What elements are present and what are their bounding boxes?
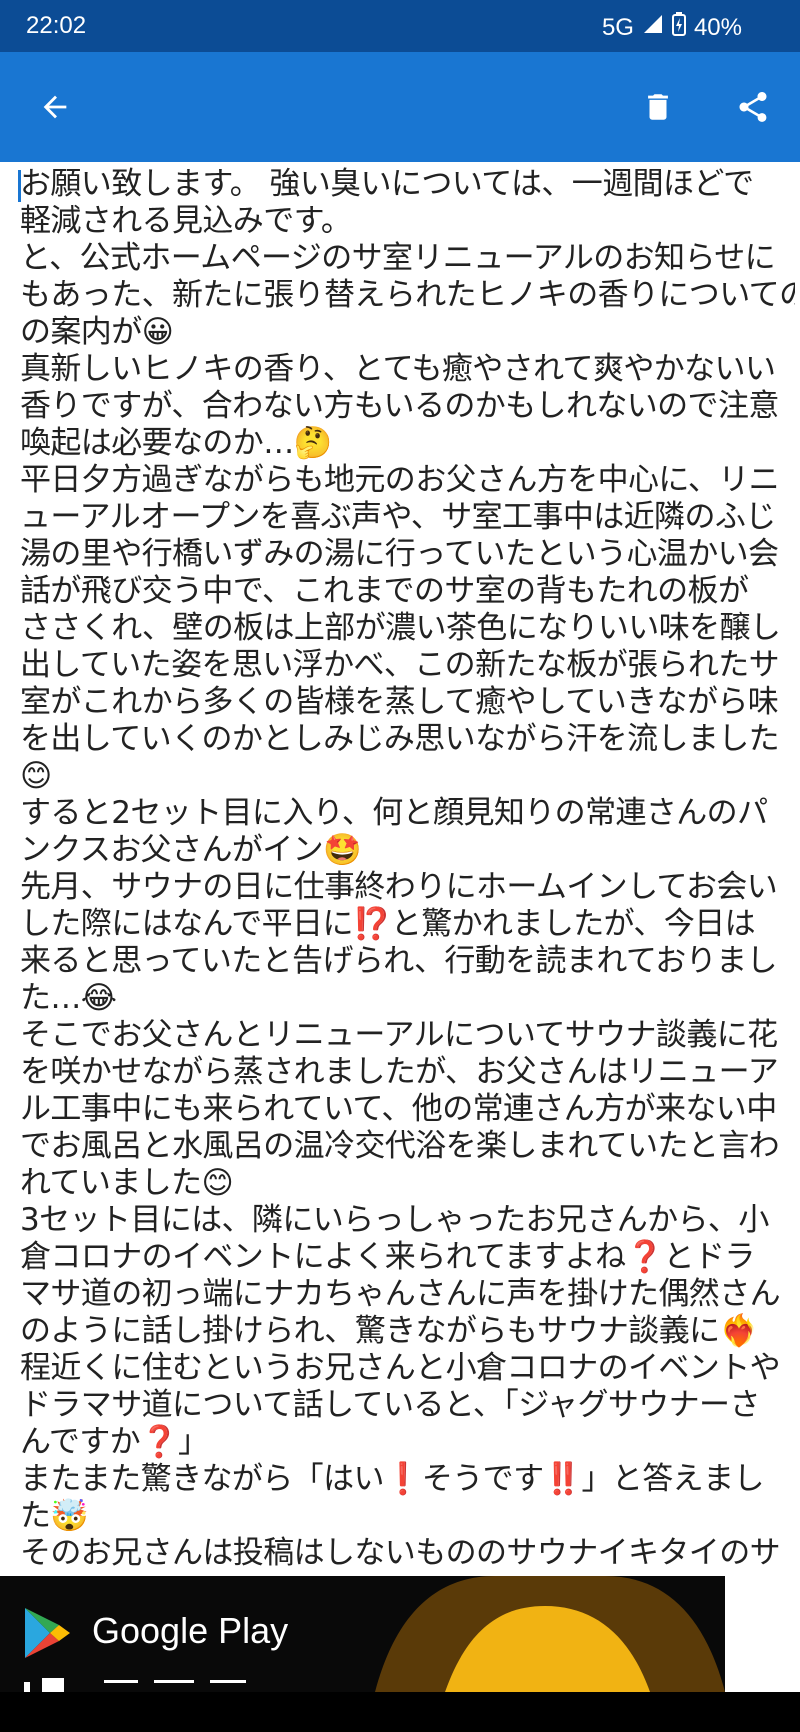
text-line: 程近くに住むというお兄さんと小倉コロナのイベントや bbox=[20, 1350, 781, 1386]
delete-button[interactable] bbox=[628, 77, 688, 137]
text-line: お願い致します。 強い臭いについては、一週間ほどで bbox=[20, 166, 754, 202]
ad-banner[interactable]: Google Play bbox=[0, 1576, 725, 1692]
trash-icon bbox=[648, 94, 668, 120]
text-line: 喚起は必要なのか…🤔 bbox=[20, 425, 332, 461]
text-line: ドラマサ道について話していると、「ジャグサウナーさ bbox=[20, 1387, 760, 1423]
text-line: のように話し掛けられ、驚きながらもサウナ談義に❤️‍🔥 bbox=[20, 1313, 758, 1349]
text-line: と、公式ホームページのサ室リニューアルのお知らせに bbox=[20, 240, 776, 276]
arrow-left-icon bbox=[43, 95, 67, 119]
text-line: ューアルオープンを喜ぶ声や、サ室工事中は近隣のふじ bbox=[20, 499, 776, 535]
text-line: ささくれ、壁の板は上部が濃い茶色になりいい味を醸し bbox=[20, 610, 781, 646]
google-play-icon bbox=[25, 1608, 70, 1658]
text-line: 来ると思っていたと告げられ、行動を読まれておりまし bbox=[20, 943, 778, 979]
text-line: した際にはなんで平日に⁉️と驚かれましたが、今日は bbox=[20, 906, 756, 942]
text-line: んですか❓」 bbox=[20, 1424, 209, 1460]
text-line: またまた驚きながら「はい❗そうです‼️」と答えまし bbox=[20, 1461, 764, 1497]
battery-icon bbox=[671, 12, 686, 43]
text-line: ンクスお父さんがイン🤩 bbox=[20, 832, 362, 868]
share-button[interactable] bbox=[723, 77, 783, 137]
signal-icon bbox=[642, 13, 664, 42]
text-line: た…😂 bbox=[20, 980, 117, 1016]
text-line: 話が飛び交う中で、これまでのサ室の背もたれの板が bbox=[20, 573, 749, 609]
ad-brand-label: Google Play bbox=[92, 1610, 289, 1651]
battery-level: 40% bbox=[693, 13, 742, 41]
text-line: 真新しいヒノキの香り、とても癒やされて爽やかないい bbox=[20, 351, 776, 387]
text-line: 湯の里や行橋いずみの湯に行っていたという心温かい会 bbox=[20, 536, 779, 572]
text-line: 出していた姿を思い浮かべ、この新たな板が張られたサ bbox=[20, 647, 780, 683]
status-bar: 22:02 5G 40% bbox=[0, 0, 800, 52]
text-line: マサ道の初っ端にナカちゃんさんに声を掛けた偶然さん bbox=[20, 1276, 781, 1312]
text-line: 😊 bbox=[20, 758, 52, 794]
status-time: 22:02 bbox=[26, 12, 87, 39]
post-text-area[interactable]: お願い致します。 強い臭いについては、一週間ほどで 軽減される見込みです。 と、公式… bbox=[20, 166, 795, 1576]
system-navigation-bar bbox=[0, 1692, 800, 1732]
ad-cut-off-text bbox=[24, 1678, 246, 1692]
text-line: た🤯 bbox=[20, 1498, 89, 1534]
text-line: 倉コロナのイベントによく来られてますよね❓とドラ bbox=[20, 1239, 755, 1275]
text-line: ル工事中にも来られていて、他の常連さん方が来ない中 bbox=[20, 1091, 777, 1127]
text-line: 平日夕方過ぎながらも地元のお父さん方を中心に、リニ bbox=[20, 462, 780, 498]
text-line: 香りですが、合わない方もいるのかもしれないので注意 bbox=[20, 388, 779, 424]
text-line: の案内が😀 bbox=[20, 314, 174, 350]
network-type: 5G bbox=[601, 13, 634, 41]
text-line: すると2セット目に入り、何と顔見知りの常連さんのパ bbox=[20, 795, 768, 831]
status-indicators: 5G 40% bbox=[602, 12, 742, 43]
text-line: 室がこれから多くの皆様を蒸して癒やしていきながら味 bbox=[20, 684, 779, 720]
text-line: れていました😊 bbox=[20, 1165, 234, 1201]
text-line: そのお兄さんは投稿はしないもののサウナイキタイのサ bbox=[20, 1535, 781, 1571]
text-line: そこでお父さんとリニューアルについてサウナ談義に花 bbox=[20, 1017, 778, 1053]
text-line: を出していくのかとしみじみ思いながら汗を流しました bbox=[20, 721, 780, 757]
text-line: 軽減される見込みです。 bbox=[20, 203, 352, 239]
text-line: を咲かせながら蒸されましたが、お父さんはリニューア bbox=[20, 1054, 779, 1090]
text-line: もあった、新たに張り替えられたヒノキの香りについての bbox=[20, 277, 795, 313]
ad-artwork bbox=[375, 1576, 725, 1692]
text-line: でお風呂と水風呂の温冷交代浴を楽しまれていたと言わ bbox=[20, 1128, 780, 1164]
text-line: 先月、サウナの日に仕事終わりにホームインしてお会い bbox=[20, 869, 778, 905]
share-icon bbox=[739, 92, 767, 122]
text-line: 3セット目には、隣にいらっしゃったお兄さんから、小 bbox=[20, 1202, 769, 1238]
back-button[interactable] bbox=[25, 77, 85, 137]
app-bar bbox=[0, 52, 800, 162]
